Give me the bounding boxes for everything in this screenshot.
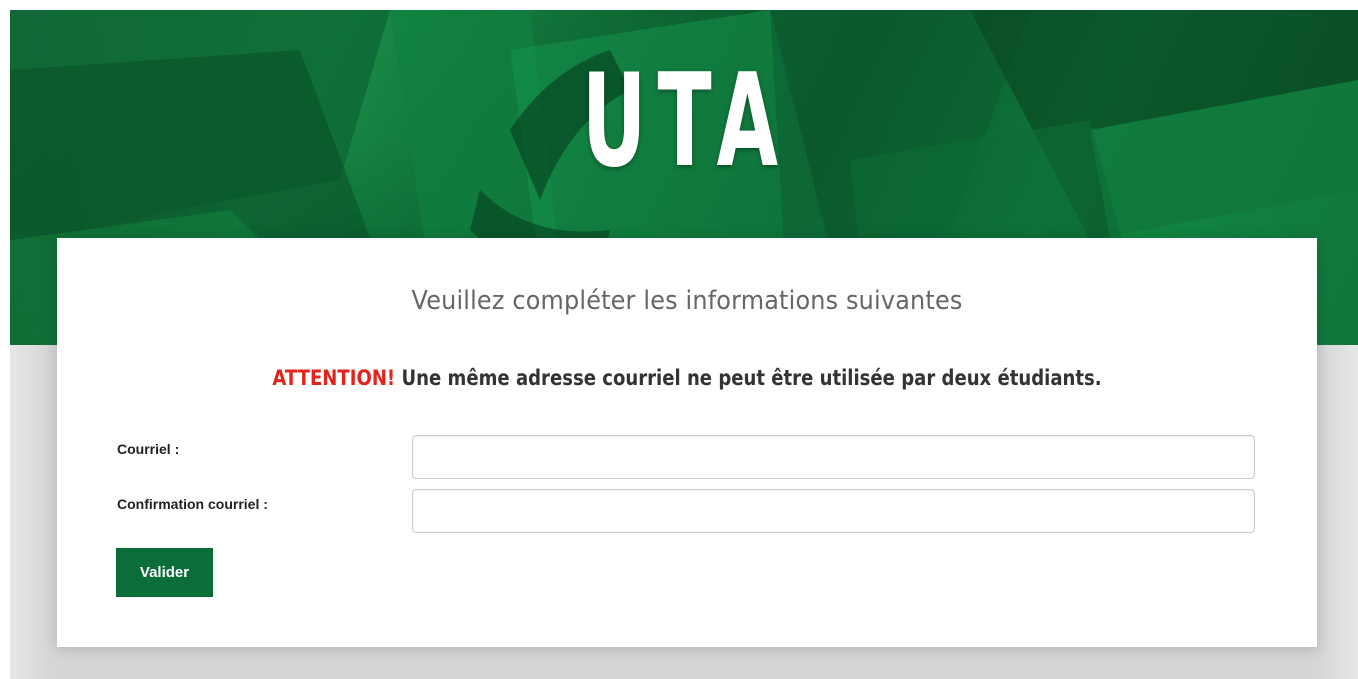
submit-button[interactable]: Valider — [116, 548, 213, 597]
email-label: Courriel : — [117, 441, 180, 457]
form-heading: Veuillez compléter les informations suiv… — [411, 286, 963, 316]
email-confirm-label: Confirmation courriel : — [117, 496, 268, 512]
attention-text: Une même adresse courriel ne peut être u… — [395, 366, 1102, 390]
page-frame: UTA Veuillez compléter les informations … — [10, 10, 1358, 679]
form-card: Veuillez compléter les informations suiv… — [57, 238, 1317, 647]
attention-notice: ATTENTION! Une même adresse courriel ne … — [145, 366, 1229, 390]
email-field[interactable] — [412, 435, 1255, 479]
attention-prefix: ATTENTION! — [272, 366, 396, 390]
email-confirm-field[interactable] — [412, 489, 1255, 533]
hero-logo-text: UTA — [581, 47, 790, 196]
